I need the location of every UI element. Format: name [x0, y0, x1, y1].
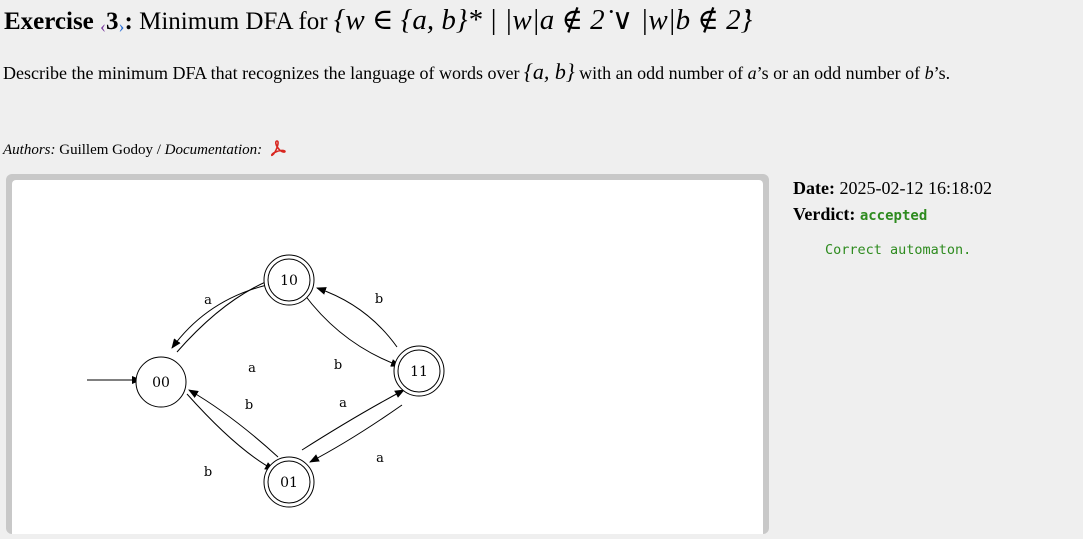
next-exercise-arrow[interactable]: › — [119, 16, 125, 36]
state-10: 10 — [263, 254, 315, 306]
transition-label: b — [245, 398, 253, 413]
transition-11-01 — [309, 404, 403, 463]
language-formula: {w ∈ {a, b}* | |w|a ∉ 2̇ ∨ |w|b ∉ 2̇} — [333, 4, 753, 36]
description-text: ’s. — [933, 63, 951, 83]
exercise-name: Minimum DFA for — [139, 8, 328, 35]
title-colon: : — [124, 8, 133, 35]
transition-00-10 — [176, 276, 279, 353]
verdict-row: Verdict: accepted — [793, 201, 992, 229]
exercise-number: 3 — [106, 8, 119, 35]
automaton-canvas: a a b b b b a a 00 10 01 11 — [12, 180, 763, 534]
alphabet-math: {a, b} — [524, 59, 575, 84]
exercise-description: Describe the minimum DFA that recognizes… — [3, 58, 1013, 87]
transition-label: b — [334, 358, 342, 373]
date-row: Date: 2025-02-12 16:18:02 — [793, 175, 992, 201]
automaton-diagram: a a b b b b a a 00 10 01 11 — [87, 254, 445, 508]
authors-line: Authors: Guillem Godoy / Documentation: — [3, 139, 287, 162]
state-label: 00 — [152, 375, 170, 391]
transition-01-11 — [301, 389, 405, 451]
description-text: with an odd number of — [574, 63, 748, 83]
state-01: 01 — [263, 456, 315, 508]
transition-label: a — [204, 293, 212, 308]
exercise-prefix: Exercise — [4, 8, 94, 35]
state-label: 10 — [280, 273, 298, 289]
authors-separator: / — [153, 142, 165, 158]
state-label: 11 — [410, 364, 428, 380]
transition-label: a — [376, 451, 384, 466]
authors-names: Guillem Godoy — [59, 142, 153, 158]
pdf-icon[interactable] — [269, 139, 287, 162]
description-text: ’s or an odd number of — [756, 63, 925, 83]
transition-00-01 — [186, 393, 275, 471]
symbol-a: a — [747, 63, 757, 83]
description-text: Describe the minimum DFA that recognizes… — [3, 63, 525, 83]
documentation-label: Documentation: — [164, 142, 263, 158]
verdict-value: accepted — [859, 208, 928, 224]
date-label: Date: — [793, 178, 835, 198]
symbol-b: b — [924, 63, 934, 83]
transition-label: b — [204, 465, 212, 480]
transition-label: a — [248, 361, 256, 376]
authors-label: Authors: — [3, 142, 56, 158]
automaton-panel: a a b b b b a a 00 10 01 11 — [6, 174, 769, 534]
submission-meta: Date: 2025-02-12 16:18:02 Verdict: accep… — [793, 175, 992, 229]
transition-10-00 — [171, 284, 268, 349]
exercise-title: Exercise ‹3›: Minimum DFA for {w ∈ {a, b… — [4, 2, 752, 37]
prev-exercise-arrow[interactable]: ‹ — [100, 16, 106, 36]
transition-01-00 — [188, 389, 279, 458]
verdict-label: Verdict: — [793, 204, 856, 224]
result-message: Correct automaton. — [825, 242, 972, 258]
date-value: 2025-02-12 16:18:02 — [839, 178, 992, 198]
transition-label: a — [339, 396, 347, 411]
state-label: 01 — [280, 475, 298, 491]
state-11: 11 — [393, 345, 445, 397]
transition-11-10 — [316, 287, 398, 348]
transition-label: b — [375, 292, 383, 307]
state-00: 00 — [135, 356, 187, 408]
